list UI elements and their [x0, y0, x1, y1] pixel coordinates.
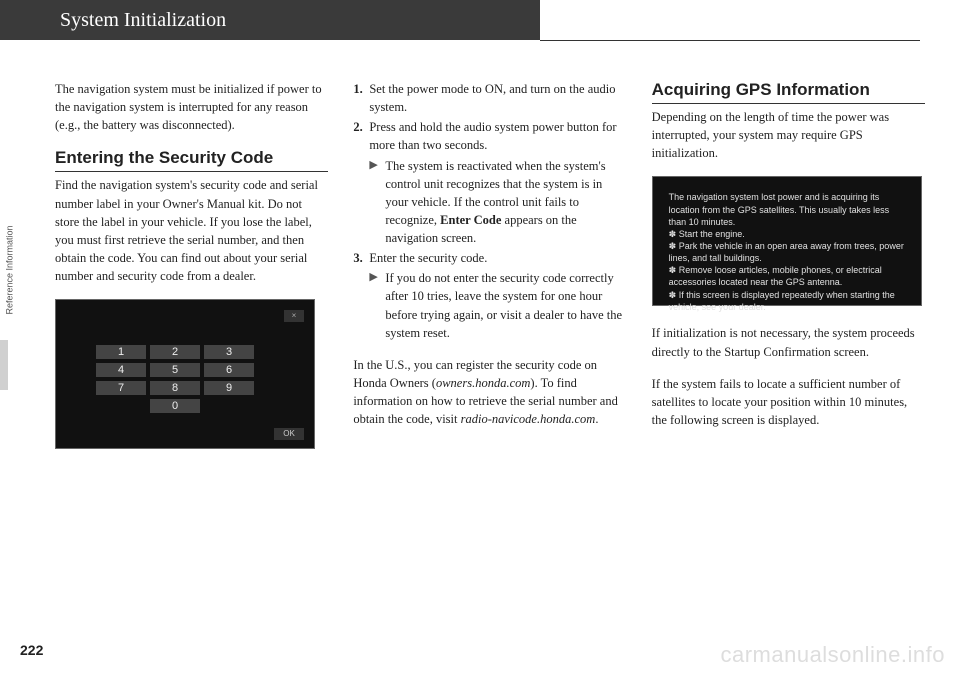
- us-registration: In the U.S., you can register the securi…: [353, 356, 626, 429]
- sub-text: If you do not enter the security code co…: [385, 269, 626, 342]
- close-icon: ×: [284, 310, 304, 322]
- column-1: The navigation system must be initialize…: [55, 80, 328, 449]
- keypad-key: 5: [150, 363, 200, 377]
- step-number: 3.: [353, 249, 369, 267]
- heading-security-code: Entering the Security Code: [55, 148, 328, 172]
- enter-code-bold: Enter Code: [440, 213, 501, 227]
- triangle-icon: ▶: [369, 157, 385, 248]
- sidebar-tab-highlight: [0, 340, 8, 390]
- step-3: 3. Enter the security code.: [353, 249, 626, 267]
- triangle-icon: ▶: [369, 269, 385, 342]
- step-number: 2.: [353, 118, 369, 154]
- step-3-sub: ▶ If you do not enter the security code …: [369, 269, 626, 342]
- keypad-key: 1: [96, 345, 146, 359]
- sidebar-label: Reference Information: [5, 225, 15, 314]
- keypad-key: 4: [96, 363, 146, 377]
- step-2: 2. Press and hold the audio system power…: [353, 118, 626, 154]
- step-1: 1. Set the power mode to ON, and turn on…: [353, 80, 626, 116]
- column-2: 1. Set the power mode to ON, and turn on…: [353, 80, 626, 449]
- intro-paragraph: The navigation system must be initialize…: [55, 80, 328, 134]
- step-text: Set the power mode to ON, and turn on th…: [369, 80, 626, 116]
- keypad-key: 7: [96, 381, 146, 395]
- us-text-c: .: [595, 412, 598, 426]
- step-number: 1.: [353, 80, 369, 116]
- sidebar-tab: Reference Information: [0, 200, 20, 340]
- heading-gps: Acquiring GPS Information: [652, 80, 925, 104]
- page-title: System Initialization: [60, 9, 226, 32]
- content-columns: The navigation system must be initialize…: [55, 80, 925, 449]
- page-number: 222: [20, 642, 43, 658]
- step-text: Press and hold the audio system power bu…: [369, 118, 626, 154]
- keypad-key: 9: [204, 381, 254, 395]
- gps-screenshot: The navigation system lost power and is …: [652, 176, 922, 306]
- gps-after-2: If the system fails to locate a sufficie…: [652, 375, 925, 429]
- keypad-key: 8: [150, 381, 200, 395]
- ok-label: OK: [274, 428, 304, 440]
- header-bar: System Initialization: [0, 0, 540, 40]
- keypad-screenshot: × 1 2 3 4 5 6 7 8 9 0 OK: [55, 299, 315, 449]
- navicode-site: radio-navicode.honda.com: [461, 412, 596, 426]
- keypad-key: 2: [150, 345, 200, 359]
- keypad-key: 3: [204, 345, 254, 359]
- gps-after-1: If initialization is not necessary, the …: [652, 324, 925, 360]
- keypad-key: 0: [150, 399, 200, 413]
- security-code-body: Find the navigation system's security co…: [55, 176, 328, 285]
- gps-screen-text: The navigation system lost power and is …: [669, 191, 905, 312]
- step-2-sub: ▶ The system is reactivated when the sys…: [369, 157, 626, 248]
- column-3: Acquiring GPS Information Depending on t…: [652, 80, 925, 449]
- gps-intro: Depending on the length of time the powe…: [652, 108, 925, 162]
- owners-site: owners.honda.com: [436, 376, 530, 390]
- keypad-grid: 1 2 3 4 5 6 7 8 9 0: [96, 345, 254, 413]
- watermark: carmanualsonline.info: [720, 642, 945, 668]
- step-text: Enter the security code.: [369, 249, 626, 267]
- keypad-key: 6: [204, 363, 254, 377]
- sub-text: The system is reactivated when the syste…: [385, 157, 626, 248]
- header-rule: [540, 40, 920, 41]
